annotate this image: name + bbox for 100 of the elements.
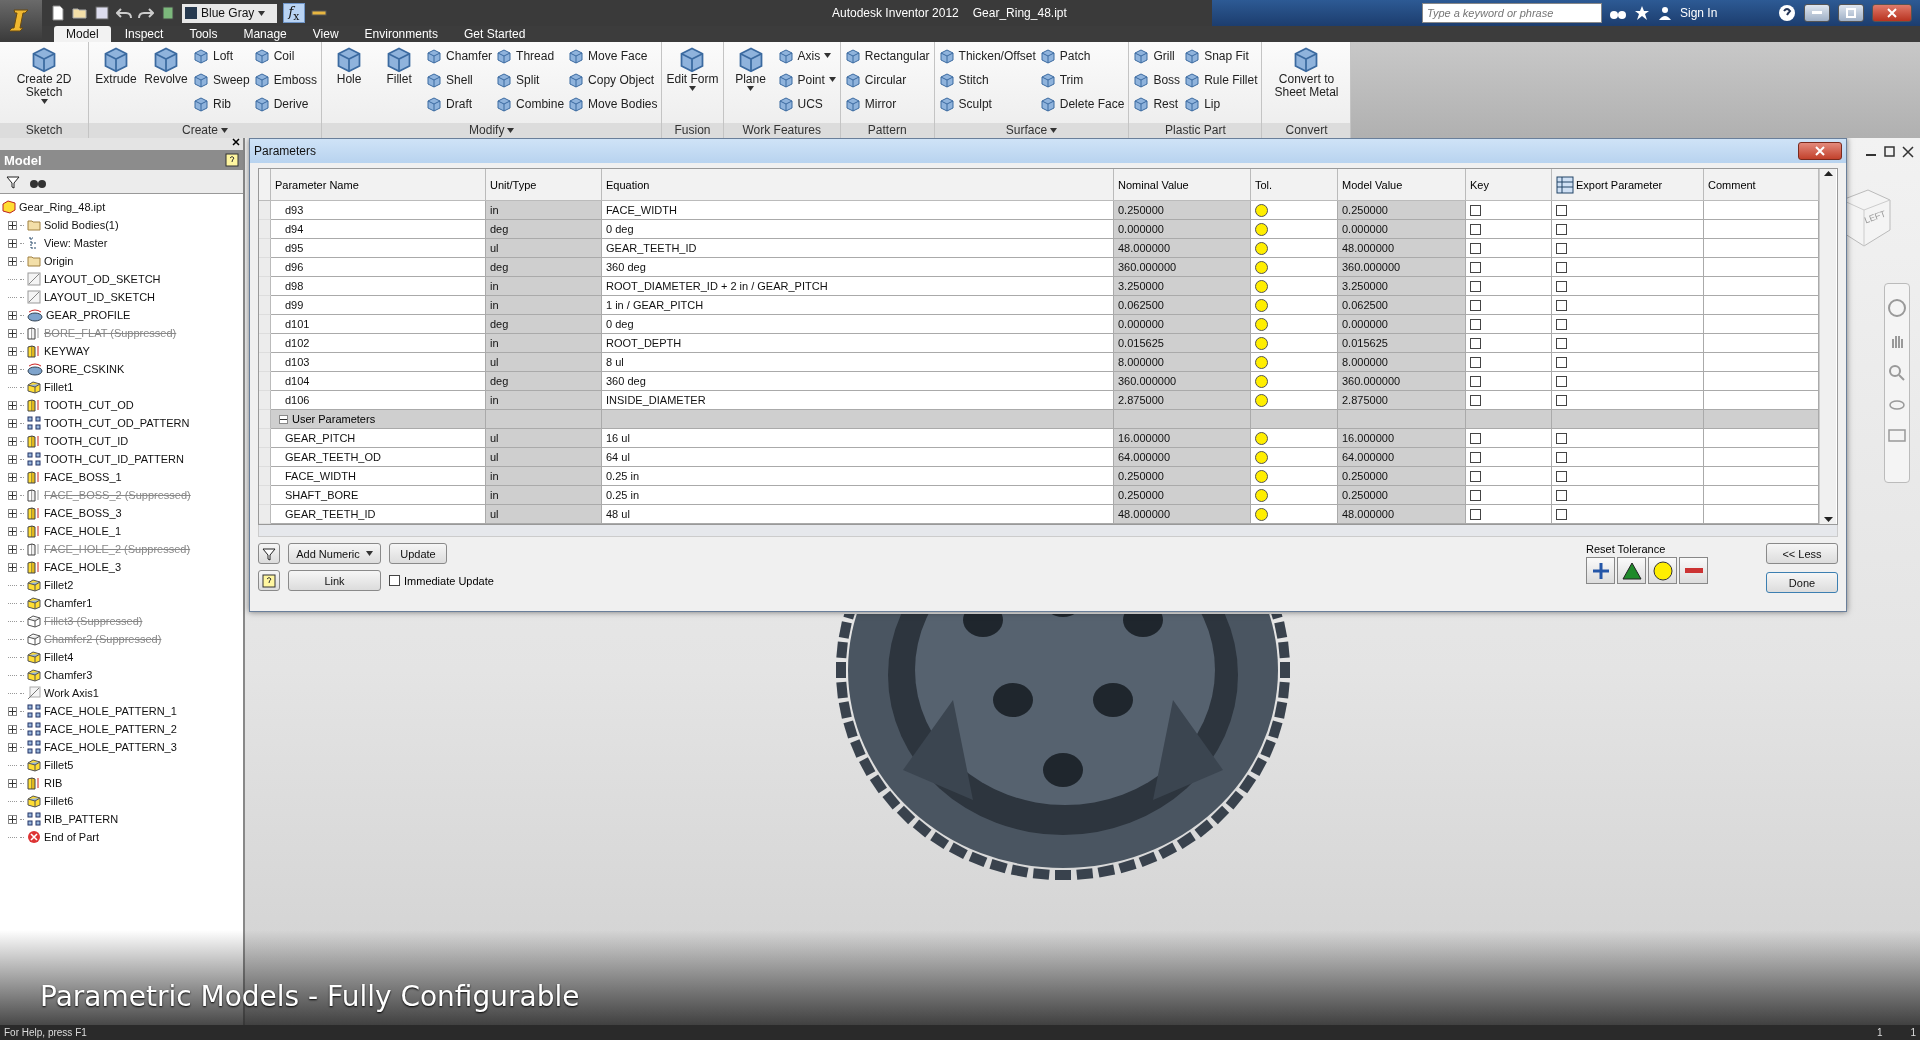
style-select[interactable]: Blue Gray xyxy=(182,3,277,23)
close-button[interactable] xyxy=(1872,4,1912,22)
ribbon-tool-button[interactable]: Revolve xyxy=(143,45,189,123)
panel-footer[interactable]: Plastic Part xyxy=(1129,123,1262,138)
expand-toggle[interactable] xyxy=(8,256,17,266)
minimize-button[interactable] xyxy=(1804,4,1830,22)
ribbon-tool-button[interactable]: Fillet xyxy=(376,45,423,123)
expand-toggle[interactable] xyxy=(8,706,17,716)
expand-toggle[interactable] xyxy=(8,418,17,428)
checkbox[interactable] xyxy=(1556,394,1567,406)
tree-item[interactable]: KEYWAY xyxy=(44,345,90,357)
ribbon-tool-button[interactable]: Shell xyxy=(426,69,493,90)
undo-icon[interactable] xyxy=(116,5,132,21)
tolerance-button[interactable] xyxy=(1617,557,1646,584)
ribbon-tool-button[interactable]: Loft xyxy=(193,45,250,66)
checkbox[interactable] xyxy=(1556,261,1567,273)
expand-toggle[interactable] xyxy=(8,310,17,320)
checkbox[interactable] xyxy=(1556,470,1567,482)
expand-toggle[interactable] xyxy=(8,508,17,518)
expand-toggle[interactable] xyxy=(8,544,17,554)
ribbon-tool-button[interactable]: Edit Form xyxy=(666,45,719,123)
tree-item[interactable]: FACE_HOLE_3 xyxy=(44,561,122,573)
tolerance-button[interactable] xyxy=(1679,557,1708,584)
expand-toggle[interactable] xyxy=(8,454,17,464)
ribbon-tab[interactable]: Manage xyxy=(231,26,299,42)
checkbox[interactable] xyxy=(1556,451,1567,463)
checkbox[interactable] xyxy=(389,575,400,586)
ribbon-tool-button[interactable]: Rest xyxy=(1133,93,1181,114)
table-cell[interactable] xyxy=(1704,315,1819,334)
tree-item[interactable]: Work Axis1 xyxy=(44,687,99,699)
tree-item[interactable]: FACE_BOSS_3 xyxy=(44,507,122,519)
expand-toggle[interactable] xyxy=(8,328,17,338)
filter-button[interactable] xyxy=(258,543,280,564)
tree-item[interactable]: FACE_HOLE_PATTERN_3 xyxy=(44,741,177,753)
close-icon[interactable] xyxy=(1902,146,1914,158)
checkbox[interactable] xyxy=(1556,432,1567,444)
panel-footer[interactable]: Fusion xyxy=(662,123,723,138)
checkbox[interactable] xyxy=(1556,337,1567,349)
checkbox[interactable] xyxy=(1470,261,1481,273)
ribbon-tool-button[interactable]: Snap Fit xyxy=(1184,45,1258,66)
checkbox[interactable] xyxy=(1470,356,1481,368)
tree-item[interactable]: RIB xyxy=(44,777,63,789)
ribbon-tab[interactable]: Environments xyxy=(352,26,450,42)
ribbon-tool-button[interactable]: Draft xyxy=(426,93,493,114)
tree-item[interactable]: End of Part xyxy=(44,831,100,843)
close-icon[interactable] xyxy=(232,138,240,146)
tolerance-button[interactable] xyxy=(1648,557,1677,584)
ribbon-tool-button[interactable]: Split xyxy=(496,69,565,90)
tree-item[interactable]: FACE_HOLE_PATTERN_2 xyxy=(44,723,177,735)
ribbon-tool-button[interactable]: Rule Fillet xyxy=(1184,69,1258,90)
checkbox-label[interactable]: Immediate Update xyxy=(404,574,494,587)
expand-toggle[interactable] xyxy=(8,814,17,824)
ribbon-tool-button[interactable]: Move Face xyxy=(568,45,658,66)
link-button[interactable]: Link xyxy=(288,570,381,591)
expand-toggle[interactable] xyxy=(8,364,17,374)
panel-footer[interactable]: Work Features xyxy=(723,123,840,138)
checkbox[interactable] xyxy=(1470,204,1481,216)
checkbox[interactable] xyxy=(1470,432,1481,444)
panel-footer[interactable]: Convert xyxy=(1262,123,1351,138)
tree-item[interactable]: Chamfer2 (Suppressed) xyxy=(44,633,162,645)
search-field[interactable]: Type a keyword or phrase xyxy=(1422,3,1602,23)
ribbon-tool-button[interactable]: Point xyxy=(777,69,836,90)
checkbox[interactable] xyxy=(1470,470,1481,482)
expand-toggle[interactable] xyxy=(8,472,17,482)
table-cell[interactable] xyxy=(1704,277,1819,296)
table-cell[interactable]: 1 in / GEAR_PITCH xyxy=(602,296,1114,315)
checkbox[interactable] xyxy=(1470,318,1481,330)
checkbox[interactable] xyxy=(1556,318,1567,330)
tree-item[interactable]: Fillet2 xyxy=(44,579,74,591)
ribbon-tab[interactable]: View xyxy=(300,26,351,42)
panel-footer[interactable]: Create xyxy=(89,123,322,138)
redo-icon[interactable] xyxy=(138,5,154,21)
ribbon-tool-button[interactable]: Plane xyxy=(727,45,774,123)
table-cell[interactable] xyxy=(1704,391,1819,410)
checkbox[interactable] xyxy=(1556,508,1567,520)
checkbox[interactable] xyxy=(1556,242,1567,254)
panel-footer[interactable]: Modify xyxy=(322,123,662,138)
panel-footer[interactable]: Surface xyxy=(934,123,1129,138)
ribbon-tool-button[interactable]: Sweep xyxy=(193,69,250,90)
table-cell[interactable]: INSIDE_DIAMETER xyxy=(602,391,1114,410)
ribbon-tool-button[interactable]: Rib xyxy=(193,93,250,114)
expand-toggle[interactable] xyxy=(8,220,17,230)
tree-item[interactable]: TOOTH_CUT_OD_PATTERN xyxy=(44,417,190,429)
checkbox[interactable] xyxy=(1556,204,1567,216)
open-icon[interactable] xyxy=(72,5,88,21)
table-cell[interactable]: GEAR_TEETH_ID xyxy=(602,239,1114,258)
tree-item[interactable]: BORE_CSKINK xyxy=(46,363,125,375)
tree-item[interactable]: FACE_BOSS_1 xyxy=(44,471,122,483)
less-button[interactable]: << Less xyxy=(1766,543,1838,564)
tree-item[interactable]: Solid Bodies(1) xyxy=(44,219,119,231)
ribbon-tool-button[interactable]: Stitch xyxy=(938,69,1036,90)
tolerance-button[interactable] xyxy=(1586,557,1615,584)
ribbon-tool-button[interactable]: Grill xyxy=(1133,45,1181,66)
checkbox[interactable] xyxy=(1470,394,1481,406)
table-cell[interactable]: 0 deg xyxy=(602,220,1114,239)
ribbon-tab[interactable]: Inspect xyxy=(112,26,176,42)
block-icon[interactable] xyxy=(160,5,176,21)
star-icon[interactable] xyxy=(1634,5,1650,21)
help-icon[interactable] xyxy=(1778,4,1796,22)
table-cell[interactable] xyxy=(1704,201,1819,220)
